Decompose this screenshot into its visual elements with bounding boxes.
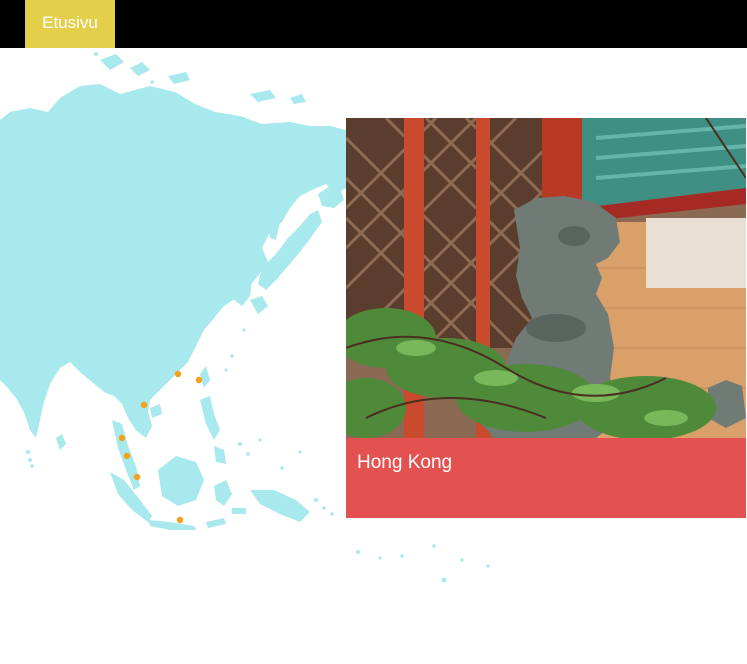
location-marker[interactable] bbox=[176, 516, 184, 524]
card-caption: Hong Kong bbox=[346, 438, 746, 518]
location-marker[interactable] bbox=[118, 434, 126, 442]
location-marker[interactable] bbox=[140, 401, 148, 409]
destination-photo bbox=[346, 118, 746, 438]
card-title: Hong Kong bbox=[357, 452, 453, 473]
stone-lion-photo bbox=[346, 118, 746, 438]
home-link[interactable]: Etusivu bbox=[25, 0, 115, 48]
location-marker[interactable] bbox=[174, 370, 182, 378]
location-marker[interactable] bbox=[133, 473, 141, 481]
location-marker[interactable] bbox=[123, 452, 131, 460]
destination-card[interactable]: Hong Kong bbox=[346, 118, 746, 518]
top-navigation-bar: Etusivu bbox=[0, 0, 747, 48]
landmass bbox=[0, 54, 346, 530]
location-marker[interactable] bbox=[195, 376, 203, 384]
